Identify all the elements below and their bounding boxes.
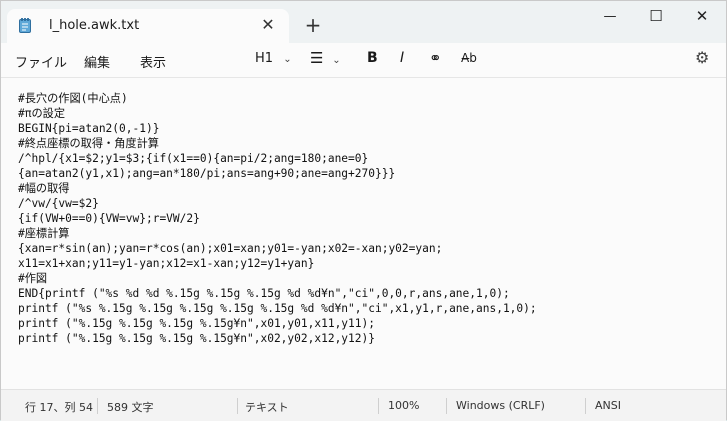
document-text[interactable]: #長穴の作図(中心点) #πの設定 BEGIN{pi=atan2(0,-1)} …	[18, 91, 537, 346]
link-icon[interactable]: ⚭	[429, 49, 442, 67]
chevron-down-icon: ⌄	[332, 55, 341, 66]
minimize-button[interactable]: —	[587, 7, 633, 39]
heading-label: H1	[255, 51, 274, 66]
spellcheck-icon[interactable]: A̶b	[461, 51, 477, 65]
menu-edit[interactable]: 編集	[84, 52, 110, 71]
encoding[interactable]: ANSI	[595, 399, 621, 412]
menu-file[interactable]: ファイル	[15, 52, 67, 71]
notepad-icon	[19, 18, 31, 33]
status-bar: 行 17、列 54 589 文字 テキスト 100% Windows (CRLF…	[1, 389, 726, 421]
text-mode: テキスト	[245, 401, 289, 414]
status-divider	[446, 398, 447, 414]
heading-dropdown[interactable]: H1 ⌄	[255, 51, 292, 66]
line-ending[interactable]: Windows (CRLF)	[456, 399, 545, 412]
text-editor[interactable]: #長穴の作図(中心点) #πの設定 BEGIN{pi=atan2(0,-1)} …	[1, 78, 726, 387]
tab-close-icon[interactable]: ✕	[258, 15, 278, 35]
char-count: 589 文字	[107, 401, 154, 414]
title-bar: l_hole.awk.txt ✕ + — ☐ ✕	[1, 1, 726, 43]
close-window-button[interactable]: ✕	[679, 6, 725, 38]
maximize-button[interactable]: ☐	[633, 5, 679, 37]
bold-button[interactable]: B	[367, 50, 378, 66]
cursor-position: 行 17、列 54	[25, 401, 93, 414]
notepad-window: l_hole.awk.txt ✕ + — ☐ ✕ ファイル 編集 表示 H1 ⌄…	[0, 0, 727, 421]
tab-title: l_hole.awk.txt	[49, 18, 140, 33]
zoom-level[interactable]: 100%	[388, 399, 419, 412]
chevron-down-icon: ⌄	[283, 54, 292, 65]
menu-view[interactable]: 表示	[140, 52, 166, 71]
menu-bar: ファイル 編集 表示 H1 ⌄ ☰ ⌄ B I ⚭ A̶b ⚙	[1, 43, 726, 78]
list-icon: ☰	[310, 49, 324, 67]
document-tab[interactable]: l_hole.awk.txt ✕	[7, 9, 289, 43]
status-divider	[378, 398, 379, 414]
list-dropdown[interactable]: ☰ ⌄	[310, 49, 341, 67]
status-divider	[585, 398, 586, 414]
italic-button[interactable]: I	[400, 50, 404, 66]
new-tab-button[interactable]: +	[303, 15, 323, 35]
settings-icon[interactable]: ⚙	[695, 48, 709, 67]
status-divider	[97, 398, 98, 414]
status-divider	[237, 398, 238, 414]
